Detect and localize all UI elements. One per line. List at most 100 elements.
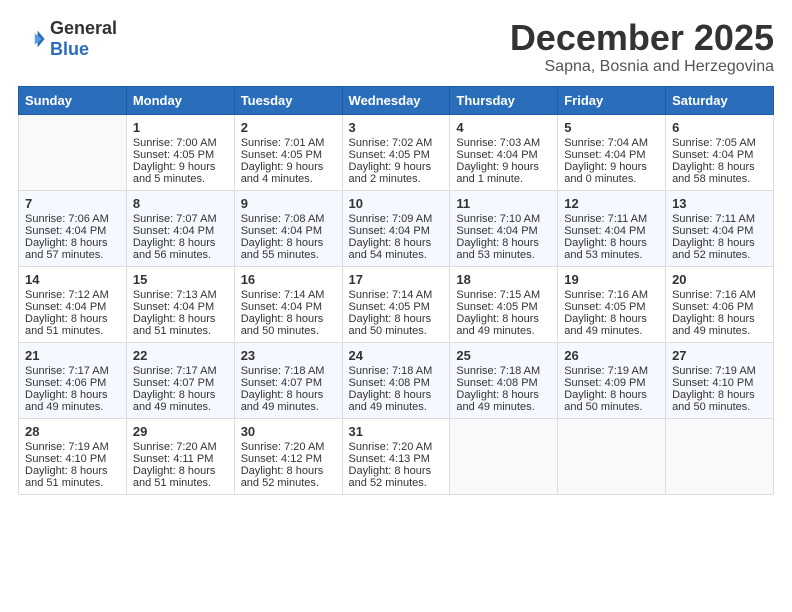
sunrise-info: Sunrise: 7:10 AM [456,213,551,225]
sunrise-info: Sunrise: 7:18 AM [241,365,336,377]
sunrise-info: Sunrise: 7:08 AM [241,213,336,225]
calendar-cell: 24Sunrise: 7:18 AMSunset: 4:08 PMDayligh… [342,342,450,418]
calendar-cell: 10Sunrise: 7:09 AMSunset: 4:04 PMDayligh… [342,190,450,266]
day-number: 24 [349,348,444,363]
day-number: 15 [133,272,228,287]
day-number: 1 [133,120,228,135]
daylight-info: Daylight: 8 hours and 49 minutes. [241,389,336,413]
daylight-info: Daylight: 8 hours and 50 minutes. [241,313,336,337]
sunrise-info: Sunrise: 7:09 AM [349,213,444,225]
daylight-info: Daylight: 8 hours and 50 minutes. [672,389,767,413]
sunset-info: Sunset: 4:04 PM [456,149,551,161]
day-number: 23 [241,348,336,363]
sunrise-info: Sunrise: 7:05 AM [672,137,767,149]
calendar-cell: 4Sunrise: 7:03 AMSunset: 4:04 PMDaylight… [450,114,558,190]
daylight-info: Daylight: 9 hours and 4 minutes. [241,161,336,185]
sunrise-info: Sunrise: 7:19 AM [25,441,120,453]
calendar-cell: 20Sunrise: 7:16 AMSunset: 4:06 PMDayligh… [666,266,774,342]
sunrise-info: Sunrise: 7:07 AM [133,213,228,225]
calendar-cell: 13Sunrise: 7:11 AMSunset: 4:04 PMDayligh… [666,190,774,266]
daylight-info: Daylight: 9 hours and 5 minutes. [133,161,228,185]
calendar-cell: 3Sunrise: 7:02 AMSunset: 4:05 PMDaylight… [342,114,450,190]
calendar-cell: 27Sunrise: 7:19 AMSunset: 4:10 PMDayligh… [666,342,774,418]
sunrise-info: Sunrise: 7:20 AM [349,441,444,453]
sunrise-info: Sunrise: 7:04 AM [564,137,659,149]
calendar-cell: 15Sunrise: 7:13 AMSunset: 4:04 PMDayligh… [126,266,234,342]
calendar-cell: 17Sunrise: 7:14 AMSunset: 4:05 PMDayligh… [342,266,450,342]
sunrise-info: Sunrise: 7:18 AM [456,365,551,377]
daylight-info: Daylight: 8 hours and 52 minutes. [349,465,444,489]
calendar-cell: 25Sunrise: 7:18 AMSunset: 4:08 PMDayligh… [450,342,558,418]
sunset-info: Sunset: 4:04 PM [564,225,659,237]
sunset-info: Sunset: 4:08 PM [456,377,551,389]
header-monday: Monday [126,86,234,114]
daylight-info: Daylight: 8 hours and 52 minutes. [672,237,767,261]
sunrise-info: Sunrise: 7:17 AM [25,365,120,377]
sunset-info: Sunset: 4:10 PM [25,453,120,465]
calendar-cell: 9Sunrise: 7:08 AMSunset: 4:04 PMDaylight… [234,190,342,266]
title-section: December 2025 Sapna, Bosnia and Herzegov… [510,18,774,76]
calendar-cell: 30Sunrise: 7:20 AMSunset: 4:12 PMDayligh… [234,418,342,494]
calendar-header-row: SundayMondayTuesdayWednesdayThursdayFrid… [19,86,774,114]
sunset-info: Sunset: 4:04 PM [25,225,120,237]
sunset-info: Sunset: 4:04 PM [349,225,444,237]
day-number: 13 [672,196,767,211]
sunset-info: Sunset: 4:05 PM [456,301,551,313]
calendar-cell [666,418,774,494]
day-number: 5 [564,120,659,135]
calendar-cell: 11Sunrise: 7:10 AMSunset: 4:04 PMDayligh… [450,190,558,266]
daylight-info: Daylight: 8 hours and 50 minutes. [349,313,444,337]
sunrise-info: Sunrise: 7:19 AM [672,365,767,377]
logo: General Blue [18,18,117,60]
sunrise-info: Sunrise: 7:18 AM [349,365,444,377]
header-wednesday: Wednesday [342,86,450,114]
logo-icon [18,25,46,53]
calendar-cell: 16Sunrise: 7:14 AMSunset: 4:04 PMDayligh… [234,266,342,342]
day-number: 8 [133,196,228,211]
day-number: 26 [564,348,659,363]
sunset-info: Sunset: 4:04 PM [564,149,659,161]
sunrise-info: Sunrise: 7:01 AM [241,137,336,149]
sunrise-info: Sunrise: 7:14 AM [241,289,336,301]
location-title: Sapna, Bosnia and Herzegovina [510,58,774,76]
sunset-info: Sunset: 4:04 PM [133,225,228,237]
header-sunday: Sunday [19,86,127,114]
day-number: 20 [672,272,767,287]
day-number: 12 [564,196,659,211]
daylight-info: Daylight: 8 hours and 58 minutes. [672,161,767,185]
sunrise-info: Sunrise: 7:02 AM [349,137,444,149]
day-number: 11 [456,196,551,211]
daylight-info: Daylight: 8 hours and 49 minutes. [456,313,551,337]
sunset-info: Sunset: 4:04 PM [133,301,228,313]
sunset-info: Sunset: 4:04 PM [456,225,551,237]
sunrise-info: Sunrise: 7:13 AM [133,289,228,301]
calendar-cell: 6Sunrise: 7:05 AMSunset: 4:04 PMDaylight… [666,114,774,190]
day-number: 7 [25,196,120,211]
daylight-info: Daylight: 9 hours and 2 minutes. [349,161,444,185]
sunrise-info: Sunrise: 7:20 AM [241,441,336,453]
sunrise-info: Sunrise: 7:17 AM [133,365,228,377]
week-row-3: 21Sunrise: 7:17 AMSunset: 4:06 PMDayligh… [19,342,774,418]
sunset-info: Sunset: 4:07 PM [133,377,228,389]
day-number: 27 [672,348,767,363]
sunrise-info: Sunrise: 7:00 AM [133,137,228,149]
calendar-cell: 19Sunrise: 7:16 AMSunset: 4:05 PMDayligh… [558,266,666,342]
calendar-cell: 18Sunrise: 7:15 AMSunset: 4:05 PMDayligh… [450,266,558,342]
calendar-cell: 1 Sunrise: 7:00 AMSunset: 4:05 PMDaylight… [126,114,234,190]
daylight-info: Daylight: 9 hours and 1 minute. [456,161,551,185]
calendar-cell: 26Sunrise: 7:19 AMSunset: 4:09 PMDayligh… [558,342,666,418]
day-number: 9 [241,196,336,211]
sunset-info: Sunset: 4:04 PM [241,225,336,237]
sunset-info: Sunset: 4:13 PM [349,453,444,465]
calendar-cell: 29Sunrise: 7:20 AMSunset: 4:11 PMDayligh… [126,418,234,494]
daylight-info: Daylight: 8 hours and 56 minutes. [133,237,228,261]
sunset-info: Sunset: 4:09 PM [564,377,659,389]
daylight-info: Daylight: 8 hours and 49 minutes. [25,389,120,413]
daylight-info: Daylight: 8 hours and 53 minutes. [564,237,659,261]
daylight-info: Daylight: 8 hours and 51 minutes. [25,465,120,489]
calendar-cell: 21Sunrise: 7:17 AMSunset: 4:06 PMDayligh… [19,342,127,418]
sunset-info: Sunset: 4:04 PM [25,301,120,313]
day-number: 14 [25,272,120,287]
sunset-info: Sunset: 4:05 PM [133,149,228,161]
sunset-info: Sunset: 4:05 PM [241,149,336,161]
